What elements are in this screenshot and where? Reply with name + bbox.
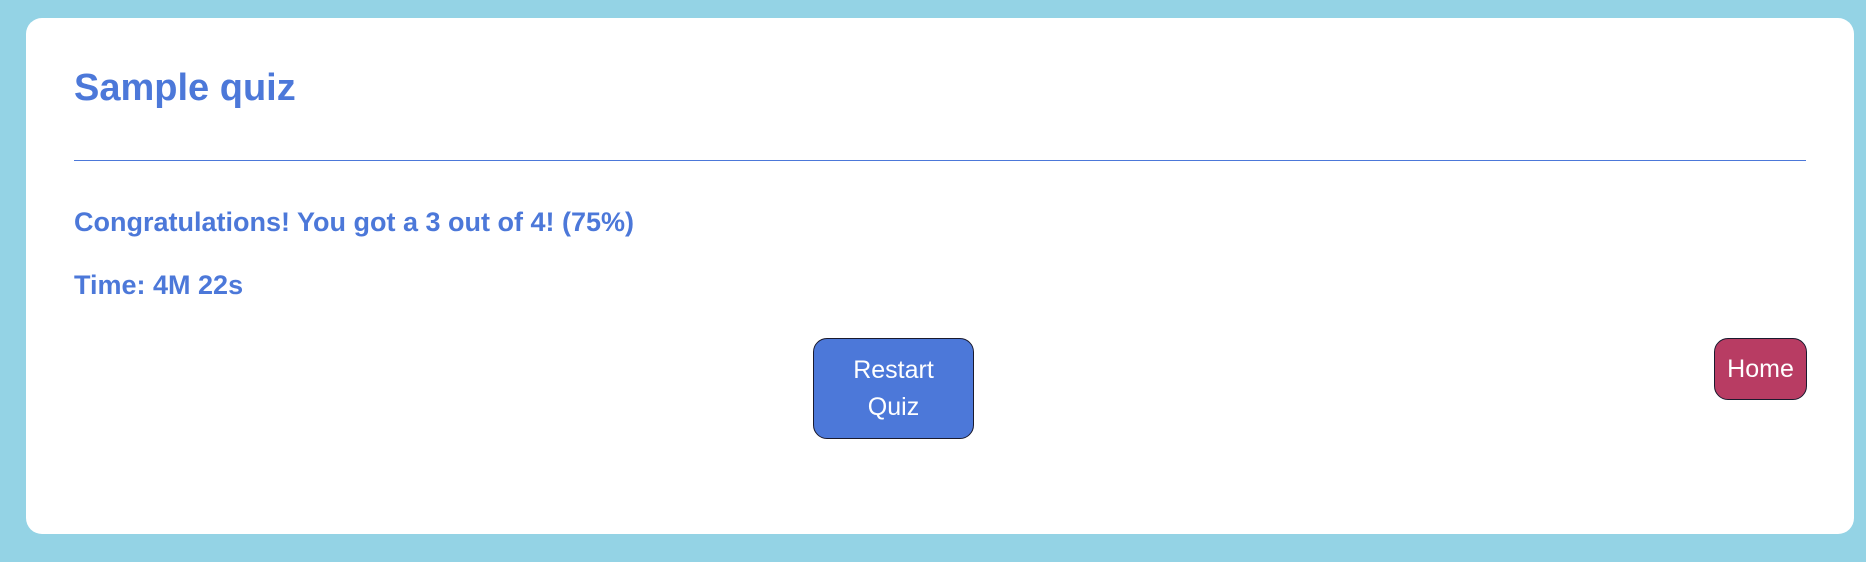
quiz-title: Sample quiz [74, 67, 296, 109]
restart-quiz-button[interactable]: Restart Quiz [813, 338, 974, 439]
home-button[interactable]: Home [1714, 338, 1807, 400]
result-message: Congratulations! You got a 3 out of 4! (… [74, 207, 634, 237]
elapsed-time: Time: 4M 22s [74, 270, 244, 300]
quiz-card: Sample quiz Congratulations! You got a 3… [26, 18, 1854, 534]
title-divider [74, 160, 1806, 161]
restart-quiz-label: Restart Quiz [853, 355, 934, 421]
